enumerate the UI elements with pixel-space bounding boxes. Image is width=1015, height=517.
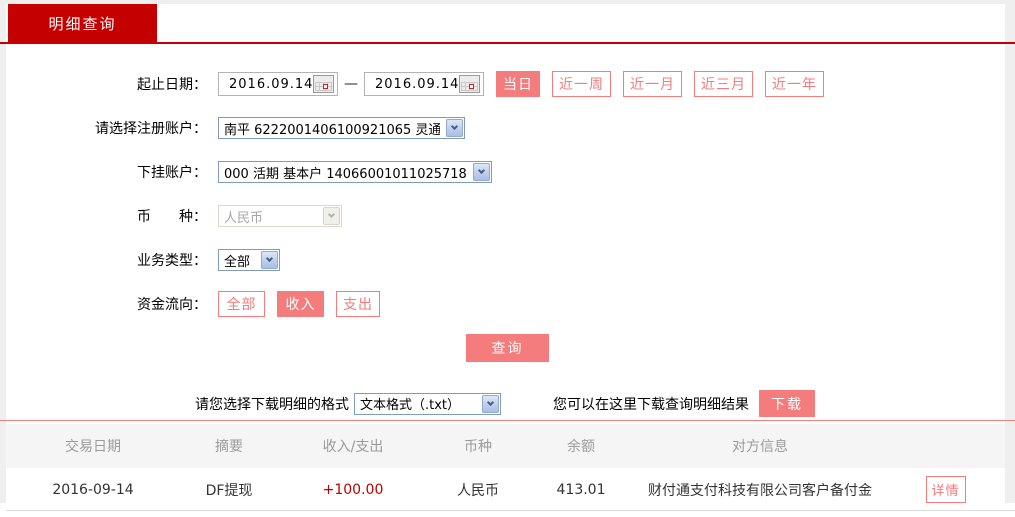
page-margin-right <box>1005 4 1015 503</box>
start-date-input[interactable]: 2016.09.14 <box>218 72 338 96</box>
fund-flow-expense-button[interactable]: 支出 <box>336 291 380 317</box>
sub-account-select[interactable]: 000 活期 基本户 1406600101102571848 <box>218 161 492 183</box>
table-row: 2016-09-14 DF提现 +100.00 人民币 413.01 财付通支付… <box>6 468 1005 511</box>
quick-range-week-button[interactable]: 近一周 <box>552 71 611 97</box>
download-format-label: 请您选择下载明细的格式 <box>195 396 349 413</box>
sub-account-row: 下挂账户： 000 活期 基本户 1406600101102571848 <box>0 161 492 183</box>
business-type-value: 全部 <box>224 254 251 270</box>
chevron-down-icon[interactable] <box>261 251 278 269</box>
end-date-value: 2016.09.14 <box>375 76 460 92</box>
col-header-summary: 摘要 <box>215 439 243 455</box>
fund-flow-row: 资金流向： 全部 收入 支出 <box>0 291 380 317</box>
cell-counterparty: 财付通支付科技有限公司客户备付金 <box>648 482 872 499</box>
download-format-value: 文本格式（.txt） <box>360 398 461 413</box>
calendar-icon[interactable] <box>313 75 335 93</box>
download-hint: 您可以在这里下载查询明细结果 <box>553 396 749 413</box>
col-header-counterparty: 对方信息 <box>732 439 788 455</box>
register-account-select[interactable]: 南平 6222001406100921065 灵通卡 <box>218 117 465 139</box>
quick-range-month-button[interactable]: 近一月 <box>623 71 682 97</box>
currency-select: 人民币 <box>218 205 342 227</box>
tab-underline <box>0 42 1015 44</box>
chevron-down-icon <box>323 207 340 225</box>
quick-range-today-button[interactable]: 当日 <box>496 71 540 97</box>
currency-row: 币 种： 人民币 <box>0 205 342 227</box>
col-header-date: 交易日期 <box>65 439 121 455</box>
business-type-label: 业务类型： <box>137 253 207 269</box>
fund-flow-label: 资金流向： <box>137 297 207 313</box>
table-bottom-divider <box>6 510 1015 511</box>
cell-amount: +100.00 <box>322 481 384 498</box>
currency-label: 币 种： <box>137 209 207 225</box>
table-header: 交易日期 摘要 收入/支出 币种 余额 对方信息 <box>6 424 1005 468</box>
calendar-icon[interactable] <box>459 75 481 93</box>
date-range-row: 起止日期： 2016.09.14 — 2016.09.14 当日 近一周 近一月… <box>0 71 824 97</box>
tab-detail-query[interactable]: 明细查询 <box>8 4 157 43</box>
download-format-select[interactable]: 文本格式（.txt） <box>354 392 501 415</box>
download-row: 请您选择下载明细的格式 文本格式（.txt） 您可以在这里下载查询明细结果 下载 <box>195 390 815 417</box>
quick-range-3months-button[interactable]: 近三月 <box>694 71 753 97</box>
register-account-row: 请选择注册账户： 南平 6222001406100921065 灵通卡 <box>0 117 465 139</box>
sub-account-label: 下挂账户： <box>137 165 207 181</box>
cell-balance: 413.01 <box>556 481 606 498</box>
cell-action: 详情 <box>886 476 1005 503</box>
sub-account-value: 000 活期 基本户 1406600101102571848 <box>224 166 467 182</box>
date-separator: — <box>344 76 358 92</box>
currency-value: 人民币 <box>224 210 264 226</box>
col-header-balance: 余额 <box>567 439 595 455</box>
calendar-icon-selected-day <box>323 84 329 89</box>
chevron-down-icon[interactable] <box>482 394 499 413</box>
col-header-amount: 收入/支出 <box>322 439 384 455</box>
date-range-label: 起止日期： <box>137 77 207 93</box>
chevron-down-icon[interactable] <box>473 163 490 181</box>
business-type-select[interactable]: 全部 <box>218 249 280 271</box>
register-account-value: 南平 6222001406100921065 灵通卡 <box>224 122 440 138</box>
chevron-down-icon[interactable] <box>446 119 463 137</box>
table-top-divider <box>0 420 1015 421</box>
start-date-value: 2016.09.14 <box>229 76 314 92</box>
business-type-row: 业务类型： 全部 <box>0 249 280 271</box>
end-date-input[interactable]: 2016.09.14 <box>364 72 484 96</box>
query-button[interactable]: 查询 <box>466 334 549 362</box>
download-button[interactable]: 下载 <box>759 390 815 417</box>
detail-button[interactable]: 详情 <box>925 476 966 503</box>
cell-currency: 人民币 <box>457 482 499 499</box>
fund-flow-income-button[interactable]: 收入 <box>277 291 324 317</box>
fund-flow-all-button[interactable]: 全部 <box>218 291 265 317</box>
cell-summary: DF提现 <box>205 482 253 499</box>
cell-date: 2016-09-14 <box>52 481 134 498</box>
col-header-currency: 币种 <box>464 439 492 455</box>
register-account-label: 请选择注册账户： <box>95 121 207 137</box>
quick-range-year-button[interactable]: 近一年 <box>765 71 824 97</box>
calendar-icon-selected-day <box>469 84 475 89</box>
